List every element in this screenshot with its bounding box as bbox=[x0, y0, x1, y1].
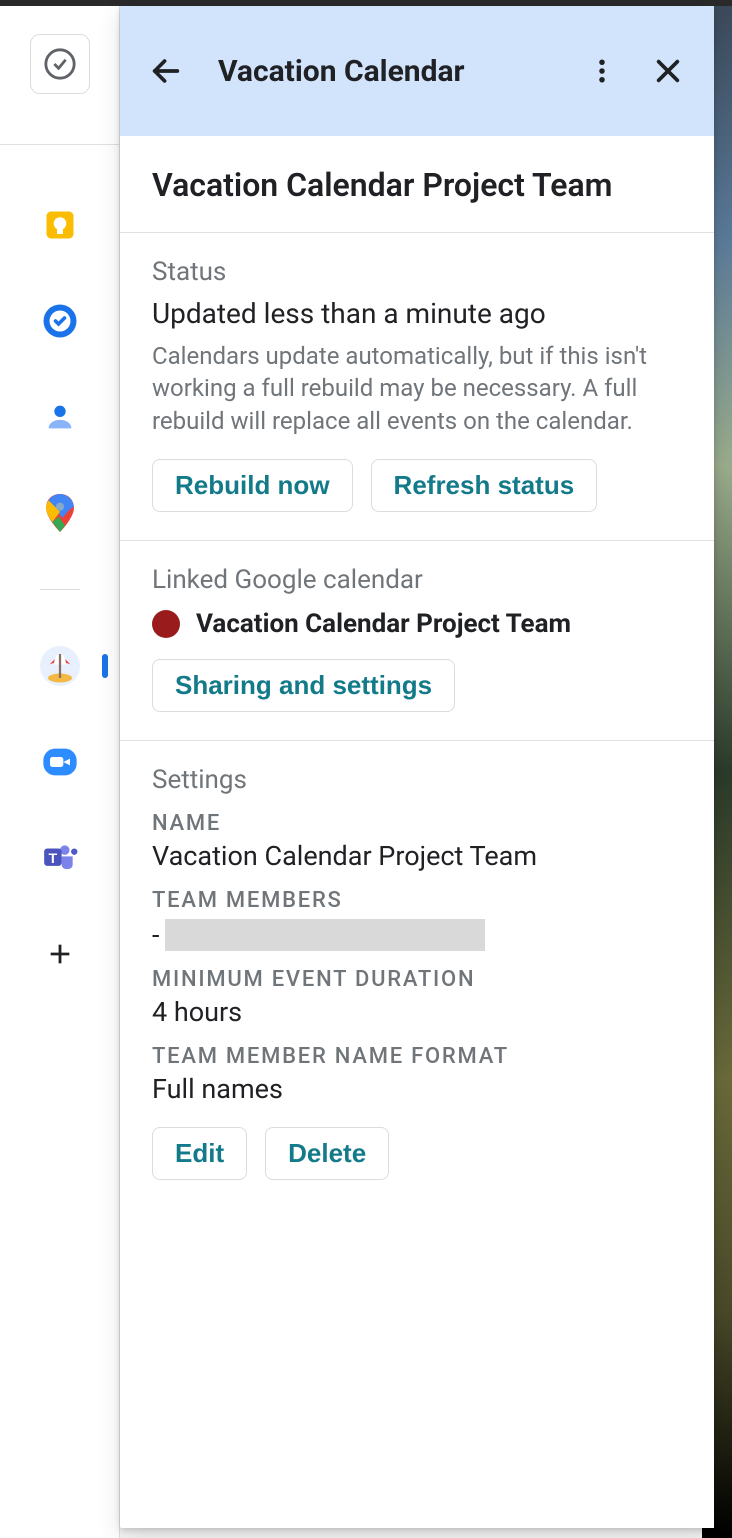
teams-icon: T bbox=[41, 839, 79, 877]
sidebar-item-keep[interactable] bbox=[40, 205, 80, 245]
delete-button[interactable]: Delete bbox=[265, 1127, 389, 1180]
settings-name-format-value: Full names bbox=[152, 1073, 682, 1105]
settings-section: Settings NAME Vacation Calendar Project … bbox=[120, 741, 714, 1208]
status-updated-text: Updated less than a minute ago bbox=[152, 297, 682, 330]
settings-name-format-label: TEAM MEMBER NAME FORMAT bbox=[152, 1044, 682, 1069]
settings-members-value: - bbox=[152, 919, 682, 951]
sharing-settings-button[interactable]: Sharing and settings bbox=[152, 659, 455, 712]
back-button[interactable] bbox=[142, 47, 190, 95]
calendar-color-dot bbox=[152, 610, 180, 638]
rebuild-now-button[interactable]: Rebuild now bbox=[152, 459, 353, 512]
arrow-left-icon bbox=[149, 54, 183, 88]
sidebar-item-add[interactable] bbox=[40, 934, 80, 974]
panel-header: Vacation Calendar bbox=[120, 6, 714, 136]
maps-pin-icon bbox=[44, 494, 76, 532]
sidebar-item-vacation[interactable] bbox=[40, 646, 80, 686]
settings-min-duration-value: 4 hours bbox=[152, 996, 682, 1028]
checkmark-circle-icon bbox=[43, 47, 77, 81]
settings-label: Settings bbox=[152, 765, 682, 795]
panel-title: Vacation Calendar bbox=[218, 54, 465, 89]
sidebar-item-tasks[interactable] bbox=[40, 301, 80, 341]
linked-label: Linked Google calendar bbox=[152, 565, 682, 595]
side-panel: Vacation Calendar Vacation Calendar Proj… bbox=[120, 6, 714, 1528]
project-title: Vacation Calendar Project Team bbox=[120, 136, 714, 233]
lightbulb-icon bbox=[42, 207, 78, 243]
tasks-checkmark-icon bbox=[42, 303, 78, 339]
linked-calendar-section: Linked Google calendar Vacation Calendar… bbox=[120, 541, 714, 741]
sidebar-item-contacts[interactable] bbox=[40, 397, 80, 437]
members-redacted bbox=[165, 919, 485, 951]
more-button[interactable] bbox=[578, 47, 626, 95]
close-icon bbox=[652, 55, 684, 87]
linked-calendar-name: Vacation Calendar Project Team bbox=[196, 609, 571, 639]
tasks-box[interactable] bbox=[30, 34, 90, 94]
close-button[interactable] bbox=[644, 47, 692, 95]
settings-min-duration-label: MINIMUM EVENT DURATION bbox=[152, 967, 682, 992]
svg-text:T: T bbox=[48, 851, 57, 867]
camera-icon bbox=[40, 742, 80, 782]
beach-umbrella-icon bbox=[42, 648, 78, 684]
more-vert-icon bbox=[587, 56, 617, 86]
refresh-status-button[interactable]: Refresh status bbox=[371, 459, 598, 512]
sidebar-item-teams[interactable]: T bbox=[40, 838, 80, 878]
edit-button[interactable]: Edit bbox=[152, 1127, 247, 1180]
sidebar-item-maps[interactable] bbox=[40, 493, 80, 533]
status-section: Status Updated less than a minute ago Ca… bbox=[120, 233, 714, 541]
status-description: Calendars update automatically, but if t… bbox=[152, 340, 682, 437]
plus-icon bbox=[46, 940, 74, 968]
settings-name-label: NAME bbox=[152, 811, 682, 836]
settings-members-label: TEAM MEMBERS bbox=[152, 888, 682, 913]
addons-sidebar: T bbox=[0, 6, 120, 1538]
status-label: Status bbox=[152, 257, 682, 287]
sidebar-divider bbox=[40, 589, 80, 590]
sidebar-item-zoom[interactable] bbox=[40, 742, 80, 782]
settings-name-value: Vacation Calendar Project Team bbox=[152, 840, 682, 872]
person-icon bbox=[43, 400, 77, 434]
members-dash: - bbox=[152, 919, 159, 951]
